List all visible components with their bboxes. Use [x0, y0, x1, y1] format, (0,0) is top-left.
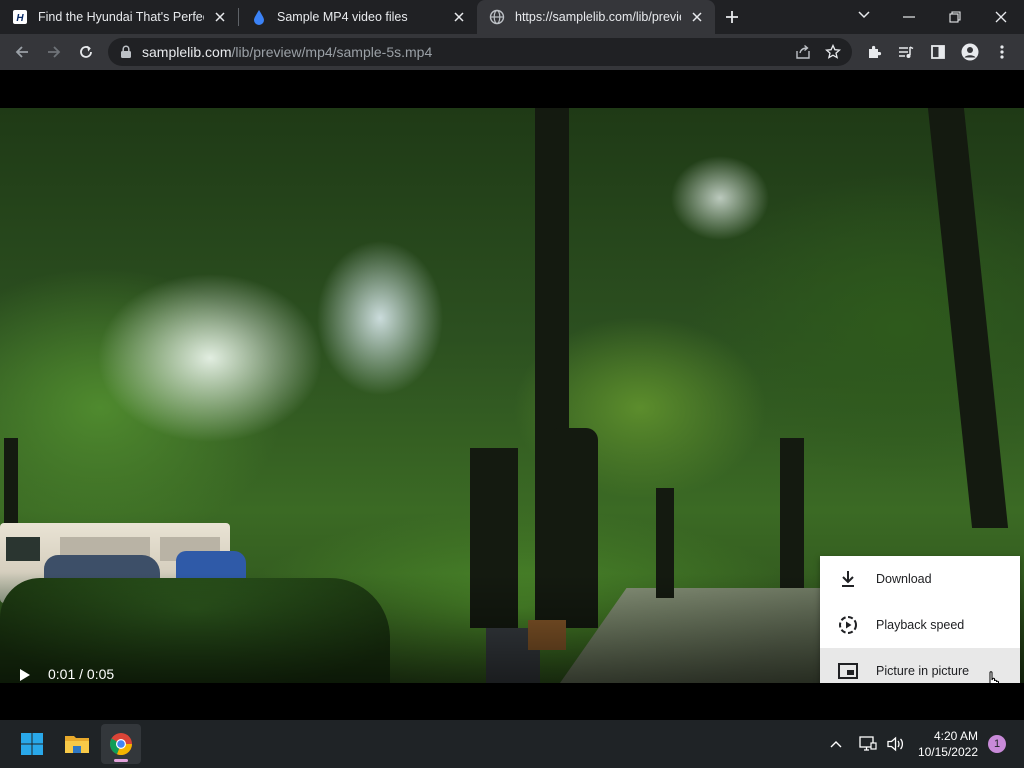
system-tray: 4:20 AM 10/15/2022 1	[822, 720, 1024, 768]
download-icon	[836, 567, 860, 591]
clock-date: 10/15/2022	[917, 745, 978, 759]
hand-cursor-icon	[989, 671, 999, 683]
taskbar-clock[interactable]: 4:20 AM 10/15/2022	[918, 728, 978, 760]
play-icon	[20, 669, 30, 681]
picture-in-picture-icon	[836, 659, 860, 683]
media-controls-button[interactable]	[890, 36, 922, 68]
volume-button[interactable]	[884, 732, 908, 756]
bookmark-button[interactable]	[818, 38, 848, 66]
browser-toolbar: samplelib.com/lib/preview/mp4/sample-5s.…	[0, 34, 1024, 70]
bus-window	[6, 537, 40, 561]
page-viewport: 0:01 / 0:05 Download Playback speed Pict…	[0, 70, 1024, 720]
side-panel-icon	[931, 45, 945, 59]
tab-video-preview[interactable]: https://samplelib.com/lib/previe	[477, 0, 715, 34]
puzzle-icon	[869, 45, 882, 58]
hyundai-logo-icon: H	[12, 9, 28, 25]
playback-speed-menu-item[interactable]: Playback speed	[820, 602, 1020, 648]
minimize-button[interactable]	[886, 0, 932, 34]
share-button[interactable]	[788, 38, 818, 66]
chrome-menu-button[interactable]	[986, 36, 1018, 68]
window-controls	[886, 0, 1024, 34]
chrome-logo-icon	[109, 733, 133, 756]
play-button[interactable]	[14, 664, 36, 683]
chevron-up-icon	[830, 741, 842, 748]
network-button[interactable]	[856, 732, 880, 756]
tab-title: https://samplelib.com/lib/previe	[515, 10, 681, 24]
close-window-button[interactable]	[978, 0, 1024, 34]
video-player[interactable]: 0:01 / 0:05 Download Playback speed Pict…	[0, 108, 1024, 683]
share-icon	[796, 44, 810, 59]
reload-icon	[80, 45, 92, 58]
tree-trunk	[927, 108, 1009, 528]
network-icon	[859, 736, 877, 751]
kebab-menu-icon	[1000, 45, 1004, 59]
tab-strip: H Find the Hyundai That's Perfect F Samp…	[0, 0, 1024, 34]
close-tab-icon[interactable]	[449, 7, 469, 27]
address-bar[interactable]: samplelib.com/lib/preview/mp4/sample-5s.…	[108, 38, 852, 66]
show-hidden-icons-button[interactable]	[824, 732, 848, 756]
side-panel-button[interactable]	[922, 36, 954, 68]
globe-icon	[489, 9, 505, 25]
lock-icon[interactable]	[118, 44, 134, 60]
url-path: /lib/preview/mp4/sample-5s.mp4	[231, 44, 433, 60]
arrow-right-icon	[48, 46, 61, 58]
tab-title: Sample MP4 video files	[277, 10, 408, 24]
extensions-button[interactable]	[858, 36, 890, 68]
close-icon	[995, 11, 1007, 23]
menu-item-label: Picture in picture	[876, 664, 970, 678]
url-text: samplelib.com/lib/preview/mp4/sample-5s.…	[142, 44, 432, 60]
minimize-icon	[903, 16, 915, 18]
media-queue-icon	[899, 46, 914, 58]
windows-logo-icon	[21, 733, 43, 755]
taskbar: 4:20 AM 10/15/2022 1	[0, 720, 1024, 768]
plus-icon	[726, 11, 738, 23]
download-menu-item[interactable]: Download	[820, 556, 1020, 602]
tree-trunk	[780, 438, 804, 588]
folder-icon	[65, 736, 89, 753]
star-icon	[825, 44, 841, 59]
notification-badge[interactable]: 1	[988, 735, 1006, 753]
active-app-indicator	[114, 759, 128, 762]
chevron-down-icon	[858, 11, 870, 19]
menu-item-label: Download	[876, 572, 932, 586]
tab-title: Find the Hyundai That's Perfect F	[38, 10, 204, 24]
back-button[interactable]	[6, 36, 38, 68]
samplelib-drop-icon	[251, 9, 267, 25]
start-button[interactable]	[12, 724, 52, 764]
time-display: 0:01 / 0:05	[48, 666, 115, 682]
profile-button[interactable]	[954, 36, 986, 68]
svg-text:H: H	[16, 13, 24, 24]
chrome-taskbar-button[interactable]	[101, 724, 141, 764]
tab-search-button[interactable]	[848, 0, 880, 30]
close-tab-icon[interactable]	[687, 7, 707, 27]
menu-item-label: Playback speed	[876, 618, 965, 632]
playback-speed-icon	[836, 613, 860, 637]
tab-hyundai[interactable]: H Find the Hyundai That's Perfect F	[0, 0, 238, 34]
new-tab-button[interactable]	[715, 0, 749, 34]
clock-time: 4:20 AM	[933, 729, 978, 743]
tab-sample-mp4[interactable]: Sample MP4 video files	[239, 0, 477, 34]
forward-button[interactable]	[38, 36, 70, 68]
url-host: samplelib.com	[142, 44, 232, 60]
restore-icon	[949, 11, 961, 23]
arrow-left-icon	[15, 46, 28, 58]
reload-button[interactable]	[70, 36, 102, 68]
speaker-icon	[887, 736, 903, 752]
file-explorer-button[interactable]	[57, 724, 97, 764]
overflow-menu: Download Playback speed Picture in pictu…	[820, 556, 1020, 683]
avatar-icon	[961, 43, 979, 61]
restore-button[interactable]	[932, 0, 978, 34]
close-tab-icon[interactable]	[210, 7, 230, 27]
